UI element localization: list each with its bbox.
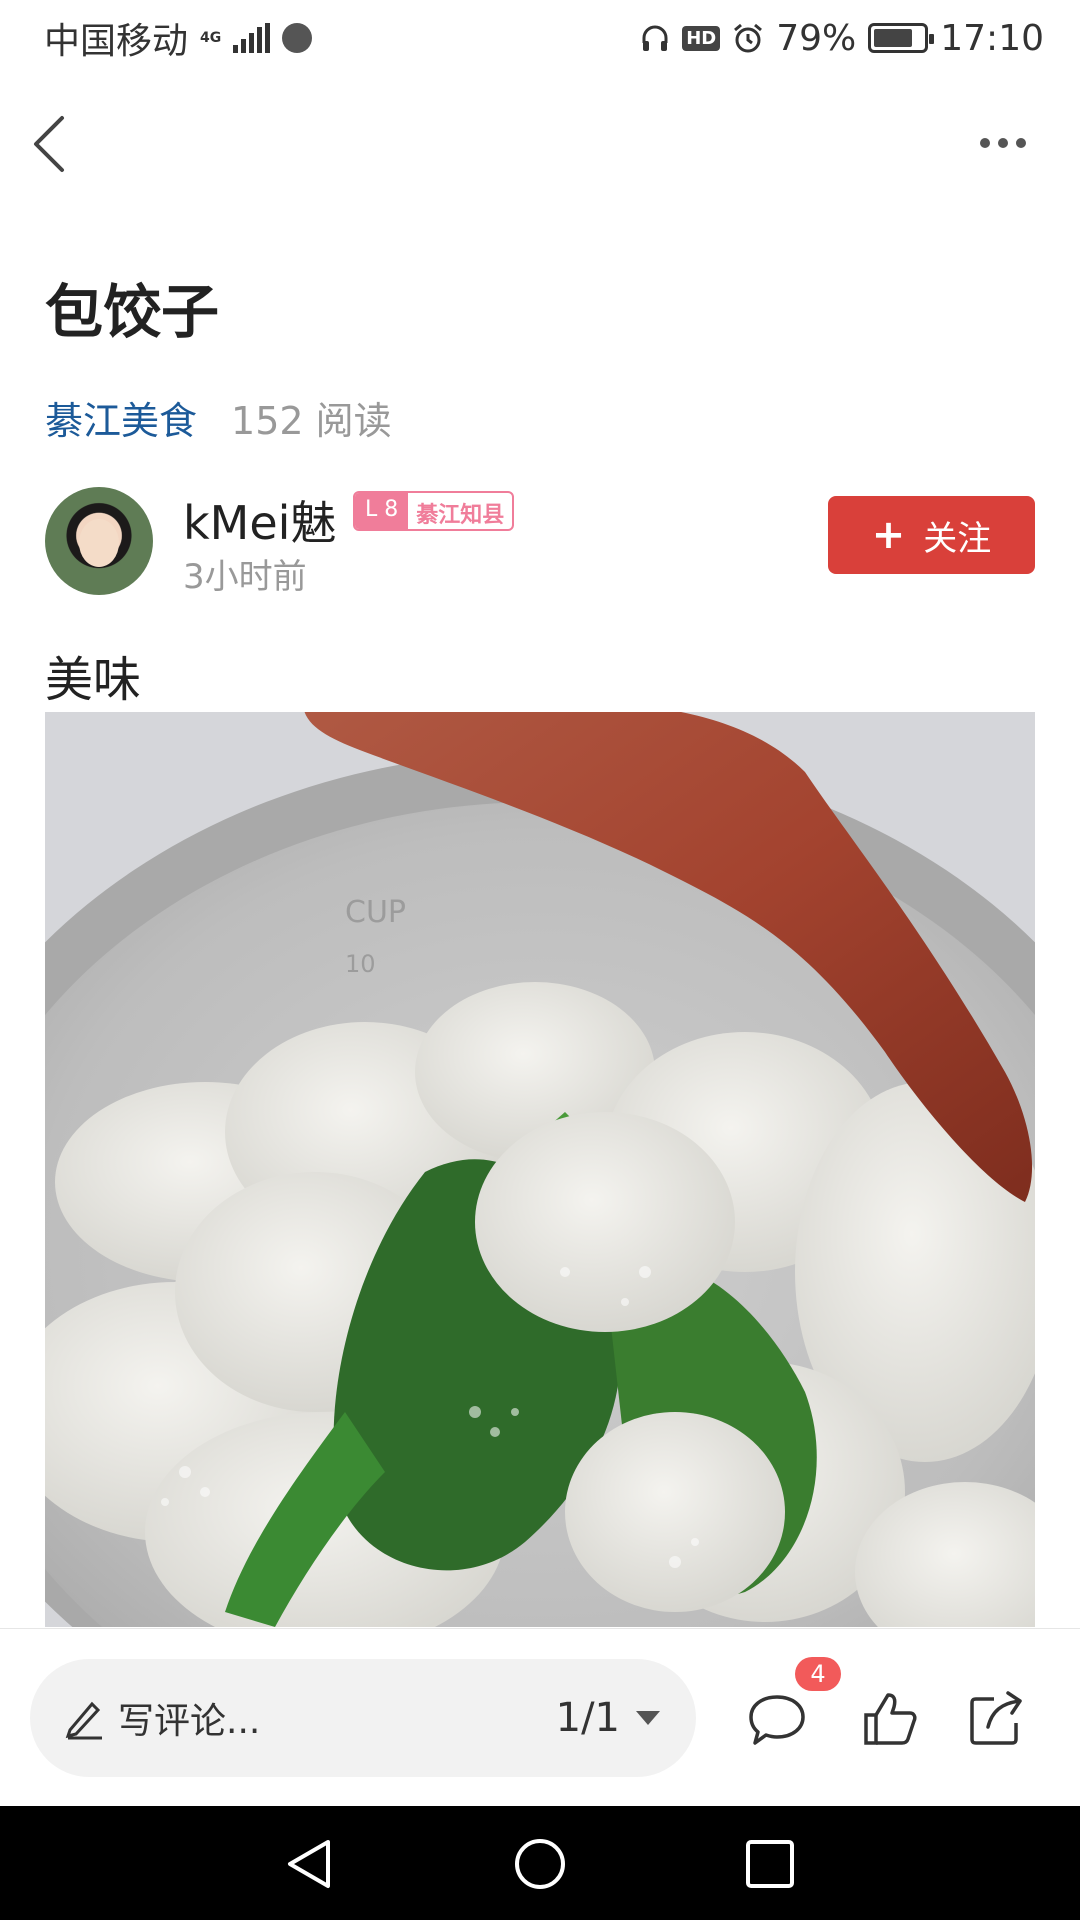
follow-label: 关注 — [923, 518, 992, 559]
channel-link[interactable]: 綦江美食 — [45, 390, 197, 445]
caret-down-icon[interactable] — [636, 1711, 660, 1725]
signal-icon — [233, 23, 271, 53]
voice-assistant-icon — [282, 23, 313, 53]
clock: 17:10 — [940, 17, 1044, 59]
hd-voice-badge: HD — [682, 25, 721, 51]
back-chevron-icon[interactable] — [30, 112, 70, 176]
level-badge: L 8 綦江知县 — [353, 491, 515, 531]
author-row: kMei魅 L 8 綦江知县 3小时前 + 关注 — [45, 487, 1035, 597]
author-name[interactable]: kMei魅 — [183, 487, 336, 553]
status-right: HD 79% 17:10 — [640, 18, 1044, 59]
network-type: 4G — [200, 30, 222, 46]
title-badge: 綦江知县 — [416, 502, 505, 528]
home-circle-icon[interactable] — [512, 1836, 568, 1892]
status-bar: 中国移动 4G HD 79% 17:10 — [0, 0, 1080, 76]
alarm-icon — [734, 23, 763, 53]
carrier-label: 中国移动 — [44, 21, 189, 62]
page-indicator[interactable]: 1/1 — [556, 1695, 620, 1741]
svg-text:CUP: CUP — [345, 895, 406, 930]
system-navigation-bar — [0, 1806, 1080, 1920]
battery-percent: 79% — [776, 17, 857, 59]
battery-fill — [874, 29, 913, 47]
post-image[interactable]: CUP 10 — [45, 712, 1035, 1627]
status-left: 中国移动 4G — [44, 12, 313, 64]
avatar[interactable] — [45, 487, 153, 595]
dumplings-photo: CUP 10 — [45, 712, 1035, 1627]
share-icon[interactable] — [964, 1687, 1028, 1751]
article-meta: 綦江美食 152 阅读 — [45, 390, 392, 445]
post-time: 3小时前 — [183, 557, 307, 597]
recents-square-icon[interactable] — [742, 1836, 798, 1892]
svg-text:10: 10 — [345, 950, 376, 978]
follow-button[interactable]: + 关注 — [828, 496, 1035, 574]
post-text: 美味 — [45, 652, 142, 708]
more-dots-icon[interactable] — [980, 130, 1036, 156]
back-triangle-icon[interactable] — [282, 1836, 338, 1892]
battery-icon — [868, 23, 935, 53]
comment-input[interactable]: 写评论... 1/1 — [30, 1659, 696, 1777]
comment-icon[interactable] — [745, 1687, 809, 1751]
pen-icon — [65, 1701, 102, 1740]
read-count: 152 阅读 — [231, 399, 392, 443]
thumbs-up-icon[interactable] — [858, 1687, 922, 1751]
headphones-icon — [642, 25, 668, 51]
level-label: L 8 — [355, 493, 409, 529]
plus-icon: + — [871, 512, 906, 558]
bottom-action-bar: 写评论... 1/1 4 — [0, 1628, 1080, 1806]
comment-placeholder: 写评论... — [118, 1701, 261, 1742]
article-title: 包饺子 — [45, 278, 220, 346]
comment-count-badge: 4 — [795, 1657, 841, 1691]
